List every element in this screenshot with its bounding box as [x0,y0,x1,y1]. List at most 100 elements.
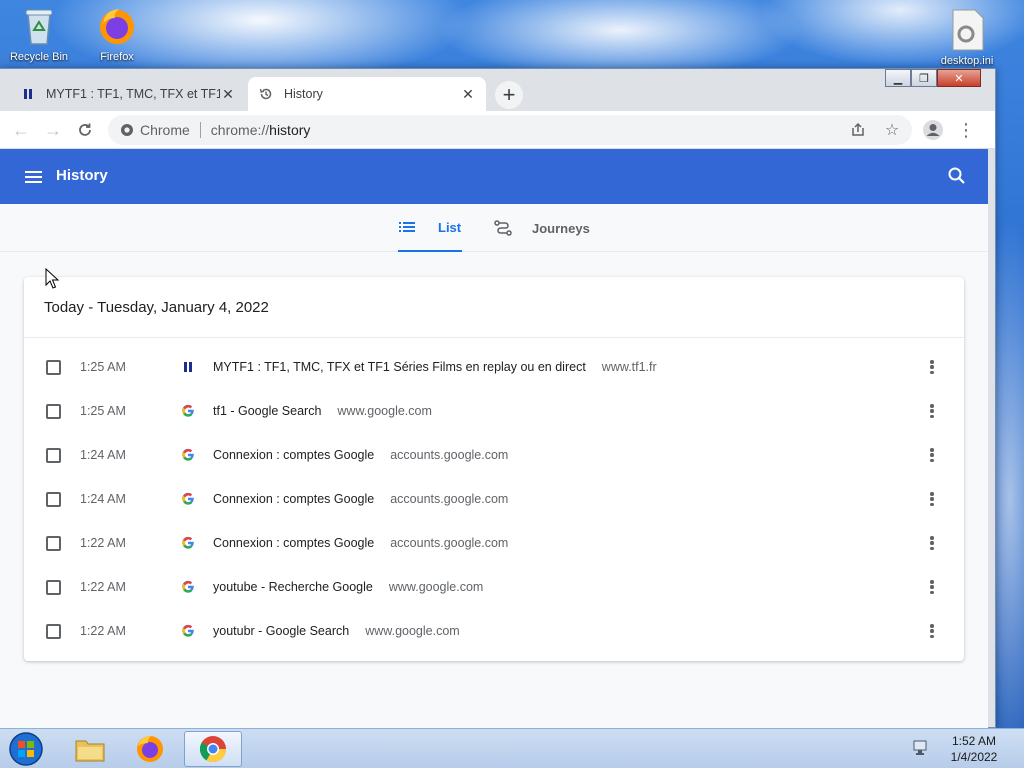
close-tab-icon[interactable]: ✕ [220,86,236,103]
entry-title-link[interactable]: tf1 - Google Search www.google.com [213,404,432,418]
entry-time: 1:24 AM [80,448,126,462]
history-page: History List Journeys Today - Tuesday, J… [0,149,988,729]
windows-start-button[interactable] [6,730,46,768]
profile-button[interactable] [920,117,946,143]
google-icon [180,535,196,551]
minimize-icon: ▁ [893,72,903,85]
system-clock[interactable]: 1:52 AM 1/4/2022 [944,733,1004,765]
history-view-tabs: List Journeys [0,204,988,252]
entry-title-link[interactable]: MYTF1 : TF1, TMC, TFX et TF1 Séries Film… [213,360,657,374]
card-divider [24,337,964,338]
entry-title: MYTF1 : TF1, TMC, TFX et TF1 Séries Film… [213,360,586,374]
entry-domain: www.google.com [388,580,484,594]
settings-file-icon [952,9,984,51]
more-actions-icon[interactable] [924,445,940,465]
close-tab-icon[interactable]: ✕ [460,86,476,103]
desktop-icon-firefox[interactable]: Firefox [82,4,152,63]
history-card: Today - Tuesday, January 4, 2022 1:25 AM… [24,277,964,661]
entry-title-link[interactable]: Connexion : comptes Google accounts.googl… [213,492,508,506]
back-button[interactable]: ← [8,117,34,143]
mouse-cursor-icon [45,268,59,289]
more-actions-icon[interactable] [924,357,940,377]
entry-time: 1:25 AM [80,360,126,374]
entry-domain: accounts.google.com [390,448,509,462]
taskbar-firefox-button[interactable] [122,731,178,767]
entry-title-link[interactable]: youtubr - Google Search www.google.com [213,624,460,638]
entry-checkbox[interactable] [46,535,61,551]
entry-checkbox[interactable] [46,579,61,595]
tab-mytf1[interactable]: MYTF1 : TF1, TMC, TFX et TF1 Sé ✕ [10,77,246,111]
taskbar-explorer-button[interactable] [62,731,118,767]
bookmark-star-icon[interactable]: ☆ [882,120,902,140]
taskbar-chrome-button[interactable] [184,731,242,767]
chrome-icon [199,736,227,763]
entry-title-link[interactable]: youtube - Recherche Google www.google.com [213,580,483,594]
tab-strip: MYTF1 : TF1, TMC, TFX et TF1 Sé ✕ Histor… [0,69,995,111]
forward-button[interactable]: → [40,117,66,143]
tab-history[interactable]: History ✕ [248,77,486,111]
history-entry[interactable]: 1:25 AM tf1 - Google Search www.google.com [24,389,964,433]
more-actions-icon[interactable] [924,621,940,641]
share-icon[interactable] [848,120,868,140]
firefox-icon [100,9,134,44]
reload-button[interactable] [72,117,98,143]
url-scheme: chrome:// [210,122,270,138]
maximize-button[interactable]: ❐ [911,69,937,87]
desktop-icon-recycle-bin[interactable]: Recycle Bin [4,4,74,63]
history-icon [258,86,274,102]
history-entry[interactable]: 1:25 AM MYTF1 : TF1, TMC, TFX et TF1 Séri… [24,345,964,389]
entry-title-link[interactable]: Connexion : comptes Google accounts.googl… [213,448,508,462]
history-entry[interactable]: 1:22 AM Connexion : comptes Google account… [24,521,964,565]
entry-title: Connexion : comptes Google [213,448,375,462]
tab-list[interactable]: List [398,204,462,252]
more-vert-icon: ⋮ [957,119,975,140]
desktop-icon-desktop-ini[interactable]: desktop.ini [932,8,1002,67]
tab-journeys[interactable]: Journeys [494,204,604,252]
entry-checkbox[interactable] [46,359,61,375]
entry-domain: accounts.google.com [390,492,509,506]
entry-title: Connexion : comptes Google [213,492,375,506]
mytf1-icon [180,359,196,375]
entry-checkbox[interactable] [46,403,61,419]
arrow-right-icon: → [44,119,62,140]
desktop-icon-label: Firefox [100,51,134,63]
arrow-left-icon: ← [12,119,30,140]
chrome-logo-icon [121,124,133,136]
url-path: history [269,122,311,138]
more-actions-icon[interactable] [924,489,940,509]
hamburger-menu-icon[interactable] [24,167,44,187]
entry-time: 1:22 AM [80,624,126,638]
entry-title-link[interactable]: Connexion : comptes Google accounts.googl… [213,536,508,550]
more-actions-icon[interactable] [924,577,940,597]
firefox-icon [137,736,163,762]
more-actions-icon[interactable] [924,401,940,421]
history-header: History [0,149,988,204]
close-window-button[interactable]: ✕ [937,69,981,87]
more-actions-icon[interactable] [924,533,940,553]
close-icon: ✕ [954,72,964,85]
chrome-menu-button[interactable]: ⋮ [953,117,979,143]
history-entry[interactable]: 1:22 AM youtubr - Google Search www.google… [24,609,964,653]
new-tab-button[interactable]: + [495,81,523,109]
entry-time: 1:22 AM [80,580,126,594]
google-icon [180,491,196,507]
desktop-icon-label: desktop.ini [940,55,994,67]
history-entry[interactable]: 1:24 AM Connexion : comptes Google account… [24,433,964,477]
google-icon [180,623,196,639]
search-icon[interactable] [946,165,968,187]
network-tray-icon[interactable] [912,739,932,757]
entry-checkbox[interactable] [46,623,61,639]
clock-time: 1:52 AM [951,734,997,748]
entry-checkbox[interactable] [46,447,61,463]
tab-label: MYTF1 : TF1, TMC, TFX et TF1 Sé [46,87,220,101]
history-entry[interactable]: 1:24 AM Connexion : comptes Google account… [24,477,964,521]
restore-icon: ❐ [919,72,929,85]
taskbar: 1:52 AM 1/4/2022 [0,728,1024,768]
address-bar[interactable]: Chrome chrome://history ☆ [108,115,912,145]
entry-domain: accounts.google.com [390,536,509,550]
history-entry[interactable]: 1:22 AM youtube - Recherche Google www.goo… [24,565,964,609]
entry-time: 1:25 AM [80,404,126,418]
minimize-button[interactable]: ▁ [885,69,911,87]
entry-time: 1:22 AM [80,536,126,550]
entry-checkbox[interactable] [46,491,61,507]
